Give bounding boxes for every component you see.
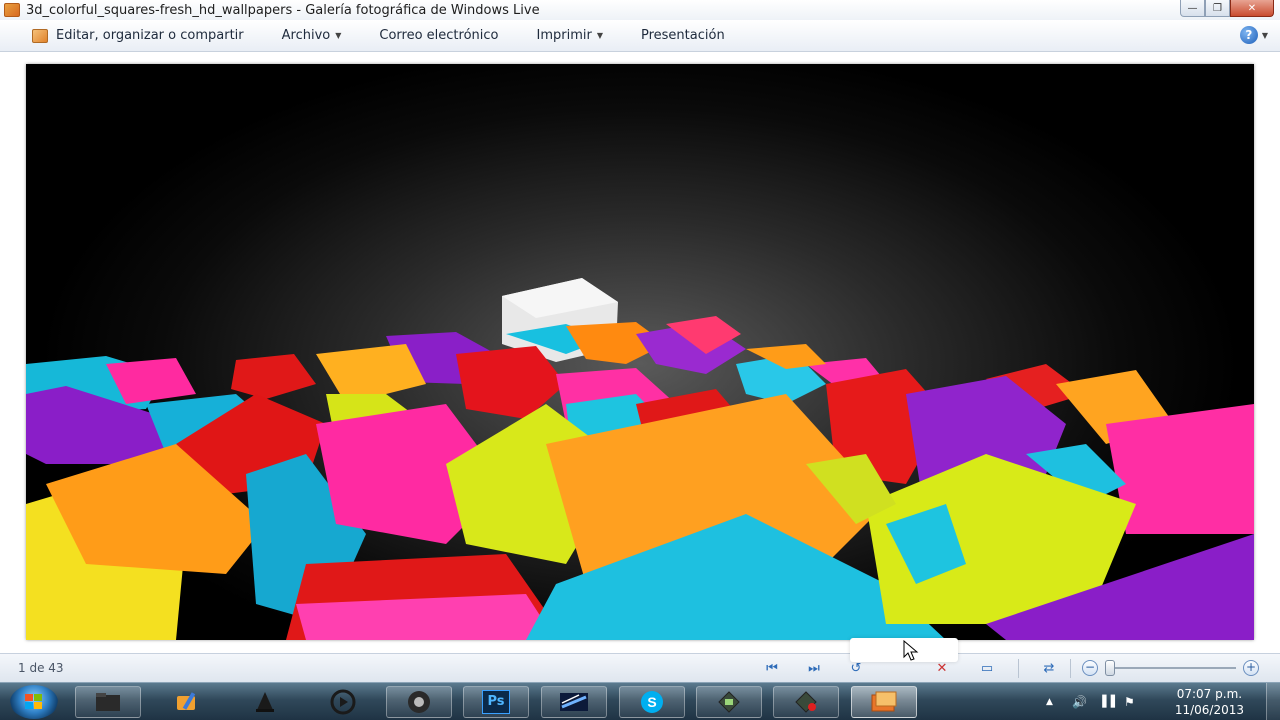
chevron-down-icon: ▼	[596, 31, 603, 40]
actual-size-button[interactable]: ⇄	[1038, 659, 1060, 677]
window-title: 3d_colorful_squares-fresh_hd_wallpapers …	[26, 2, 540, 18]
screen-recorder-2-icon	[795, 691, 817, 713]
volume-icon[interactable]: 🔊	[1072, 695, 1087, 709]
edit-organize-icon	[32, 28, 48, 43]
start-button[interactable]	[10, 685, 58, 719]
screen-recorder-icon	[718, 691, 740, 713]
zoom-slider-track[interactable]	[1112, 667, 1236, 669]
navigation-bar: 1 de 43 ⏮ ⏭ ↺ ✕ ▭ ⇄ − +	[0, 653, 1280, 682]
previous-icon: ⏮	[766, 660, 778, 676]
delete-icon: ✕	[936, 660, 948, 676]
divider	[1018, 659, 1019, 678]
previous-button[interactable]: ⏮	[762, 659, 782, 677]
email-button[interactable]: Correo electrónico	[379, 28, 498, 43]
mouse-cursor-icon	[903, 640, 919, 661]
edit-organize-share-button[interactable]: Editar, organizar o compartir	[56, 28, 244, 43]
photoshop-icon: Ps	[482, 690, 510, 714]
zoom-out-button[interactable]: −	[1082, 660, 1098, 676]
maximize-button[interactable]: ❐	[1205, 0, 1230, 17]
taskbar-screen-recorder-2[interactable]	[773, 686, 839, 718]
rotate-left-icon: ↺	[850, 660, 862, 676]
chevron-down-icon: ▼	[335, 31, 342, 40]
divider	[1070, 659, 1071, 678]
photo-gallery-icon	[871, 691, 897, 712]
taskbar-screen-recorder[interactable]	[696, 686, 762, 718]
svg-text:S: S	[647, 694, 656, 710]
clock-time: 07:07 p.m.	[1176, 687, 1243, 701]
slideshow-play-button[interactable]: ▭	[976, 659, 998, 677]
zoom-out-icon: −	[1084, 660, 1096, 674]
close-button[interactable]: ✕	[1230, 0, 1274, 17]
taskbar-media-player[interactable]	[310, 686, 376, 718]
taskbar-vlc[interactable]	[232, 686, 298, 718]
zoom-slider-handle[interactable]	[1105, 660, 1115, 676]
window-controls: — ❐ ✕	[1180, 0, 1274, 17]
chevron-down-icon: ▼	[1261, 30, 1268, 40]
minimize-button[interactable]: —	[1180, 0, 1205, 17]
network-icon[interactable]: ▐▐	[1098, 695, 1115, 708]
taskbar-explorer[interactable]	[75, 686, 141, 718]
minimize-icon: —	[1187, 2, 1198, 14]
explorer-icon	[96, 693, 120, 711]
skype-icon: S	[641, 691, 663, 713]
system-tray: ▲ 🔊 ▐▐ ⚑ 07:07 p.m. 11/06/2013	[1040, 683, 1280, 720]
taskbar-sony-vegas[interactable]	[541, 686, 607, 718]
clock-date: 11/06/2013	[1174, 703, 1244, 717]
photo-gallery-icon	[4, 3, 20, 17]
restore-icon: ❐	[1213, 2, 1222, 14]
wallpaper-image	[26, 278, 1254, 640]
taskbar-chrome[interactable]	[386, 686, 452, 718]
taskbar-photoshop[interactable]: Ps	[463, 686, 529, 718]
zoom-in-icon: +	[1245, 660, 1257, 674]
help-icon: ?	[1239, 26, 1258, 44]
image-counter: 1 de 43	[18, 661, 64, 675]
next-button[interactable]: ⏭	[804, 659, 824, 677]
taskbar: Ps S ▲ 🔊 ▐▐ ⚑ 07:07 p.m. 11/06/2013	[0, 682, 1280, 720]
taskbar-skype[interactable]: S	[619, 686, 685, 718]
close-icon: ✕	[1247, 2, 1257, 14]
zoom-in-button[interactable]: +	[1243, 660, 1259, 676]
paint-icon	[177, 692, 196, 710]
help-button[interactable]: ? ▼	[1239, 26, 1268, 44]
taskbar-paint[interactable]	[154, 686, 220, 718]
command-bar: Editar, organizar o compartir Archivo ▼ C…	[0, 20, 1280, 52]
vlc-icon	[256, 692, 274, 712]
slideshow-icon: ▭	[980, 660, 994, 676]
print-menu[interactable]: Imprimir ▼	[537, 28, 603, 43]
viewer-area	[0, 53, 1280, 653]
next-icon: ⏭	[808, 660, 820, 676]
media-player-icon	[330, 689, 356, 715]
taskbar-photo-gallery[interactable]	[851, 686, 917, 718]
show-hidden-icons-button[interactable]: ▲	[1046, 697, 1053, 707]
action-center-icon[interactable]: ⚑	[1124, 695, 1135, 709]
title-bar: 3d_colorful_squares-fresh_hd_wallpapers …	[0, 0, 1280, 20]
file-menu[interactable]: Archivo ▼	[282, 28, 342, 43]
slideshow-button[interactable]: Presentación	[641, 28, 725, 43]
sony-vegas-icon	[560, 693, 588, 711]
windows-start-icon	[25, 694, 42, 709]
chrome-icon	[408, 691, 430, 713]
clock[interactable]: 07:07 p.m. 11/06/2013	[1175, 686, 1244, 718]
photo-display[interactable]	[26, 64, 1254, 640]
actual-size-icon: ⇄	[1043, 660, 1055, 676]
show-desktop-button[interactable]	[1266, 683, 1280, 720]
